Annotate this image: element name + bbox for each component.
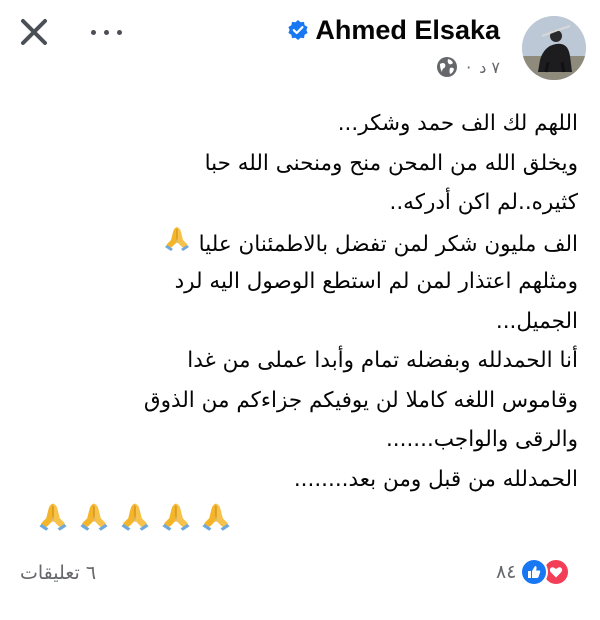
folded-hands-emoji (77, 499, 111, 547)
post-line: الحمدلله من قبل ومن بعد........ (293, 466, 578, 492)
meta-separator: · (466, 57, 472, 77)
post-line: أنا الحمدلله وبفضله تمام وأبدا عملى من غ… (187, 348, 578, 373)
post-line-text: الف مليون شكر لمن تفضل بالاطمئنان عليا (198, 231, 578, 257)
folded-hands-emoji (36, 499, 70, 547)
public-globe-icon[interactable] (436, 56, 458, 78)
close-icon[interactable] (16, 14, 52, 50)
author-block: Ahmed Elsaka (287, 12, 500, 48)
post-line: وقاموس اللغه كاملا لن يوفيكم جزاءكم من ا… (143, 387, 578, 413)
folded-hands-emoji (118, 499, 152, 547)
post-line: كثيره..لم اكن أدركه.. (389, 190, 578, 215)
post-header: Ahmed Elsaka · ٧ د (0, 0, 600, 92)
author-name[interactable]: Ahmed Elsaka (315, 15, 500, 46)
profile-avatar[interactable] (522, 16, 586, 80)
folded-hands-emoji (162, 223, 192, 267)
post-line: والرقى والواجب....... (385, 427, 578, 452)
post-line: الجميل... (495, 308, 578, 334)
reaction-count[interactable]: ٨٤ (496, 561, 516, 583)
folded-hands-emoji (159, 499, 193, 547)
emoji-row (18, 499, 578, 539)
post-line: ويخلق الله من المحن منح ومنحنى الله حبا (204, 150, 578, 176)
post-line: اللهم لك الف حمد وشكر... (337, 111, 578, 136)
post-footer: ٦ تعليقات ٨٤ (0, 554, 600, 598)
reactions-summary[interactable]: ٨٤ (496, 558, 571, 586)
verified-badge-icon (287, 19, 309, 41)
comments-count[interactable]: ٦ تعليقات (20, 562, 96, 584)
more-options-icon[interactable] (90, 22, 124, 42)
post-text: اللهم لك الف حمد وشكر... ويخلق الله من ا… (18, 104, 578, 539)
like-reaction-icon (520, 558, 549, 586)
post-line: ومثلهم اعتذار لمن لم استطع الوصول اليه ل… (174, 269, 578, 294)
post-time[interactable]: ٧ د (479, 58, 500, 77)
folded-hands-emoji (199, 499, 233, 547)
post-line-with-emoji: الف مليون شكر لمن تفضل بالاطمئنان عليا (18, 223, 578, 263)
post-meta: · ٧ د (436, 56, 500, 78)
